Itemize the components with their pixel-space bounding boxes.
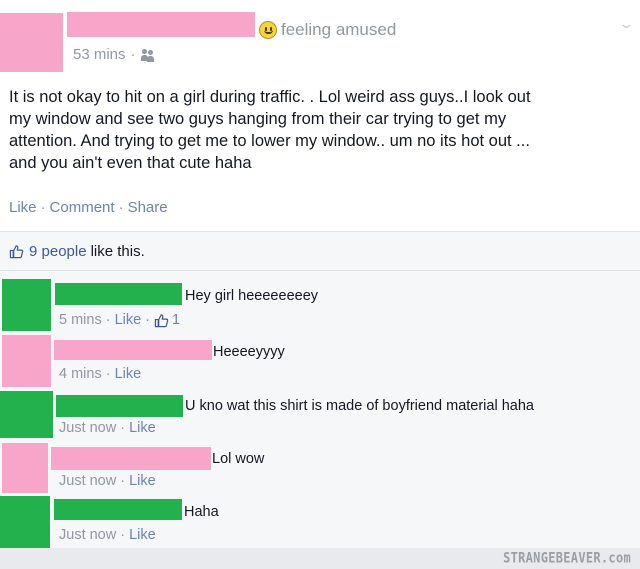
meta-separator: · — [120, 473, 126, 489]
smiley-icon — [259, 21, 277, 39]
comment-like-link[interactable]: Like — [115, 366, 142, 382]
comment-text: U kno wat this shirt is made of boyfrien… — [185, 398, 534, 414]
comment-time[interactable]: 4 mins — [59, 366, 102, 382]
comment-meta: 5 mins · Like · 1 — [59, 312, 180, 328]
post-line: attention. And trying to get me to lower… — [9, 132, 530, 150]
post-body: It is not okay to hit on a girl during t… — [9, 86, 634, 174]
comment-like-link[interactable]: Like — [115, 312, 142, 328]
chevron-down-icon[interactable]: ⌄ — [618, 16, 635, 32]
comment-like-link[interactable]: Like — [129, 527, 156, 543]
comment-text: Lol wow — [212, 451, 265, 467]
likes-count-link[interactable]: 9 people — [29, 243, 87, 260]
commenter-name-redacted[interactable] — [54, 340, 212, 360]
meta-separator: · — [145, 312, 151, 328]
share-link[interactable]: Share — [128, 199, 168, 216]
post-time[interactable]: 53 mins — [73, 46, 126, 63]
comment-item: Hey girl heeeeeeeey 5 mins · Like · 1 — [0, 279, 640, 331]
comment-item: Haha Just now · Like — [0, 496, 640, 548]
post-line: It is not okay to hit on a girl during t… — [9, 88, 531, 106]
comment-meta: Just now · Like — [59, 420, 156, 436]
comment-item: Heeeeyyyy 4 mins · Like — [0, 335, 640, 387]
comment-like-link[interactable]: Like — [129, 473, 156, 489]
post-actions: Like · Comment · Share — [9, 199, 168, 216]
divider — [0, 270, 640, 271]
meta-separator: · — [120, 420, 126, 436]
thumbs-up-icon — [9, 245, 24, 259]
commenter-name-redacted[interactable] — [55, 283, 182, 305]
meta-separator: · — [105, 366, 111, 382]
post-card: feeling amused ⌄ 53 mins · It is not oka… — [0, 0, 640, 231]
comment-like-link[interactable]: Like — [129, 420, 156, 436]
comment-item: Lol wow Just now · Like — [0, 443, 640, 493]
meta-separator: · — [105, 312, 111, 328]
commenter-name-redacted[interactable] — [56, 395, 183, 417]
comment-time[interactable]: Just now — [59, 420, 116, 436]
post-line: and you ain't even that cute haha — [9, 154, 252, 172]
comment-text: Hey girl heeeeeeeey — [185, 288, 319, 304]
watermark: STRANGEBEAVER.com — [503, 549, 631, 567]
comment-text: Haha — [184, 504, 219, 520]
commenter-avatar-redacted[interactable] — [2, 335, 51, 387]
action-separator: · — [118, 199, 124, 216]
post-status: feeling amused — [259, 20, 396, 40]
comment-text: Heeeeyyyy — [213, 344, 285, 360]
commenter-avatar-redacted[interactable] — [2, 279, 51, 331]
comment-meta: Just now · Like — [59, 527, 156, 543]
comment-time[interactable]: Just now — [59, 473, 116, 489]
status-text: feeling amused — [281, 20, 397, 39]
commenter-avatar-redacted[interactable] — [0, 496, 50, 548]
post-meta: 53 mins · — [73, 46, 155, 63]
comment-like-count[interactable]: 1 — [172, 312, 180, 328]
comment-meta: Just now · Like — [59, 473, 156, 489]
poster-avatar-redacted[interactable] — [0, 13, 63, 72]
comment-time[interactable]: Just now — [59, 527, 116, 543]
footer-bar: STRANGEBEAVER.com — [0, 548, 640, 569]
thumbs-up-icon[interactable] — [154, 313, 169, 328]
commenter-avatar-redacted[interactable] — [0, 391, 53, 438]
poster-name-redacted[interactable] — [67, 12, 255, 37]
comment-item: U kno wat this shirt is made of boyfrien… — [0, 391, 640, 438]
comment-meta: 4 mins · Like — [59, 366, 141, 382]
commenter-name-redacted[interactable] — [51, 447, 211, 470]
comment-time[interactable]: 5 mins — [59, 312, 102, 328]
likes-suffix: like this. — [90, 243, 145, 260]
meta-separator: · — [120, 527, 126, 543]
post-line: my window and see two guys hanging from … — [9, 110, 507, 128]
meta-separator: · — [130, 46, 136, 63]
likes-summary: 9 people like this. — [9, 243, 145, 260]
action-separator: · — [40, 199, 46, 216]
friends-icon[interactable] — [140, 48, 155, 61]
comment-link[interactable]: Comment — [50, 199, 115, 216]
commenter-avatar-redacted[interactable] — [2, 443, 48, 493]
commenter-name-redacted[interactable] — [54, 499, 182, 520]
like-link[interactable]: Like — [9, 199, 37, 216]
